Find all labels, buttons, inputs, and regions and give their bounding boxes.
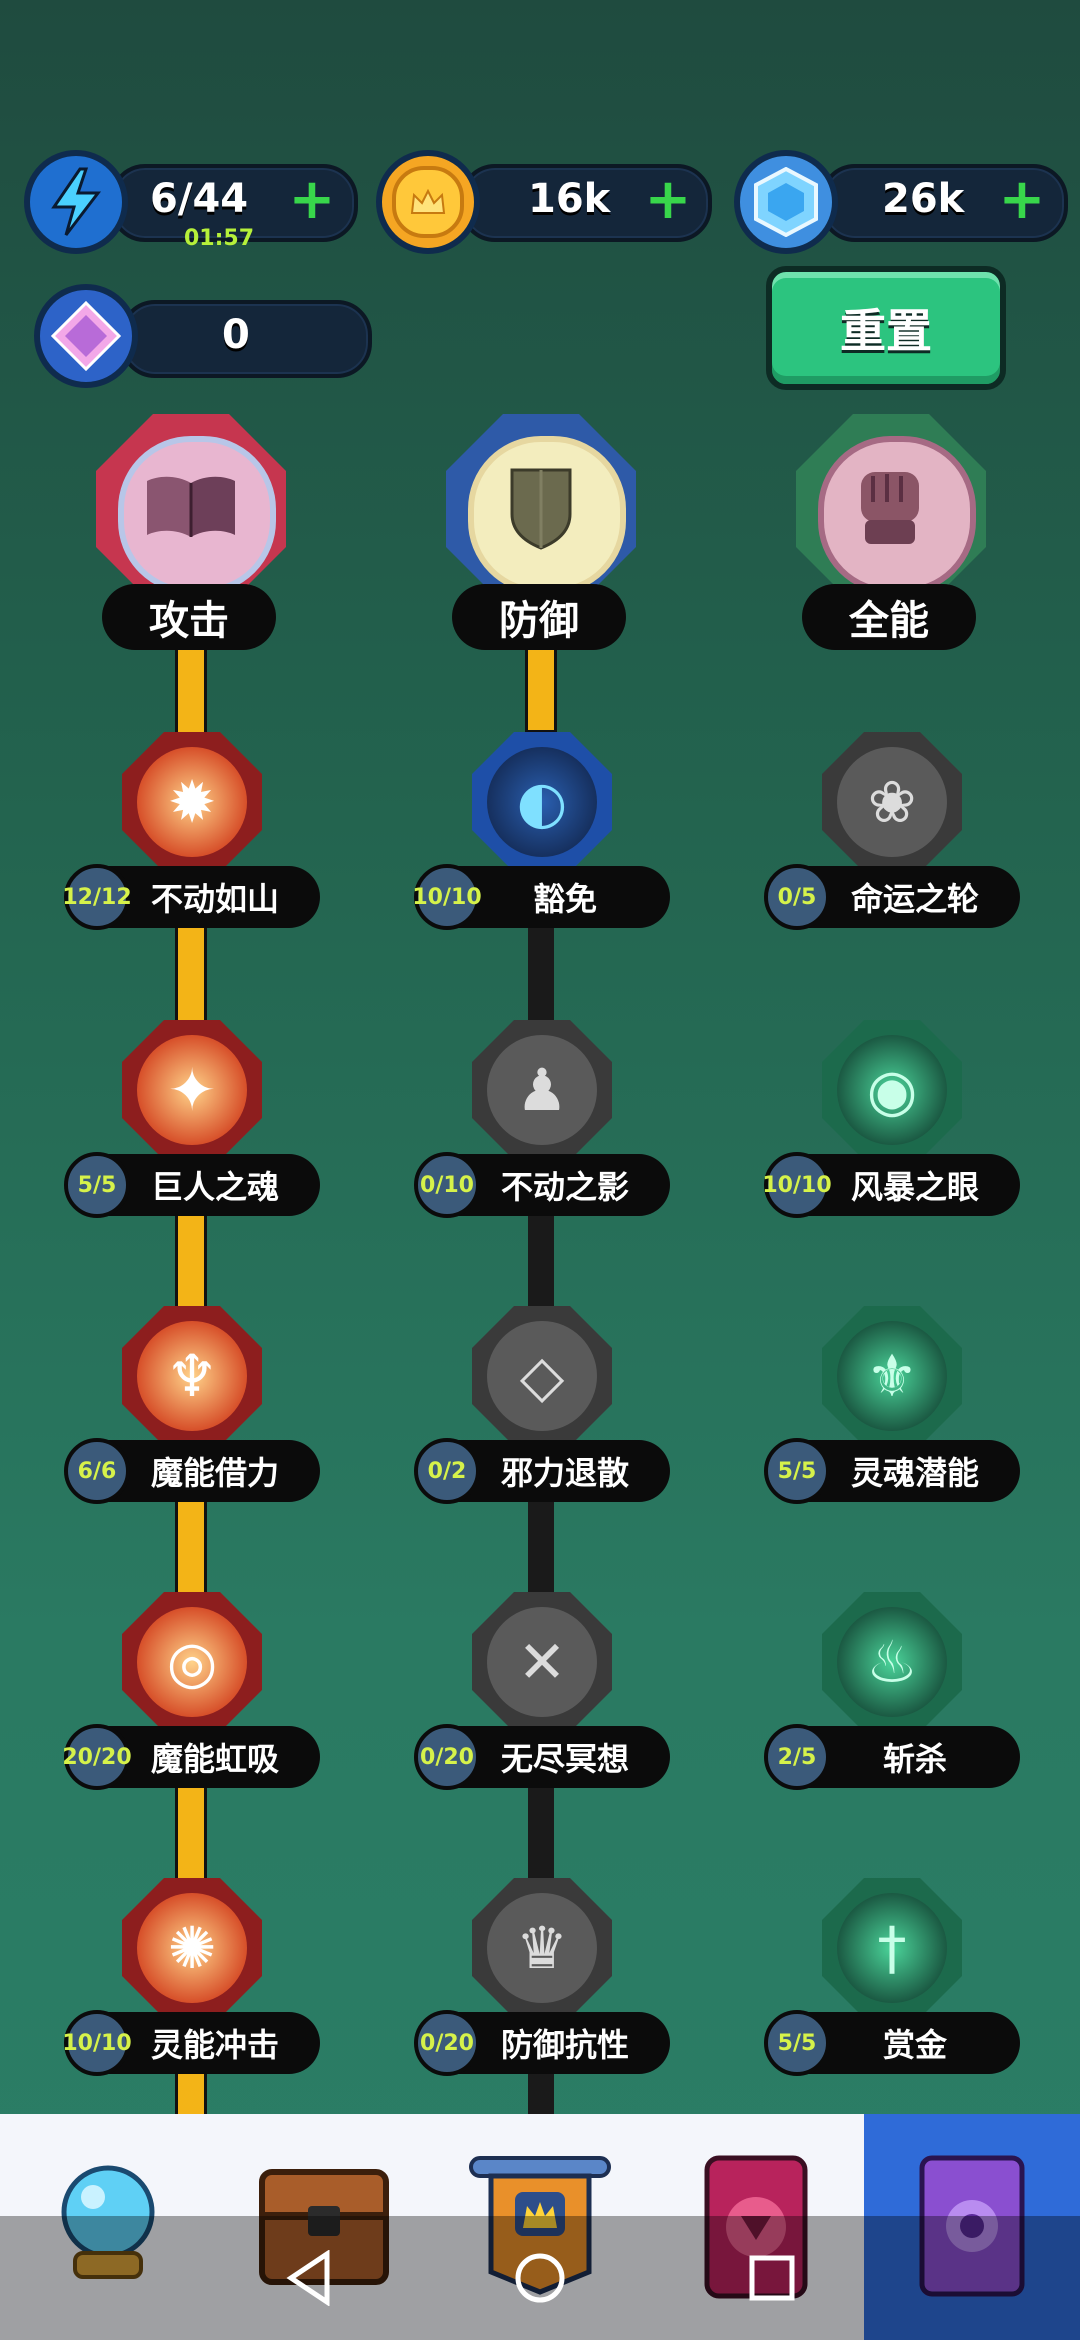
burst-icon: ✺ [137, 1893, 247, 2003]
shield-icon [510, 468, 572, 550]
skill-level: 12/12 [62, 864, 132, 930]
skill-level: 5/5 [764, 1438, 830, 1504]
skill-badge: ♟ [472, 1020, 612, 1160]
skill-badge: ❀ [822, 732, 962, 872]
skill-level: 6/6 [64, 1438, 130, 1504]
orbit-icon: ◐ [487, 747, 597, 857]
attack-badge [96, 414, 286, 604]
fleur-icon: ⚜ [837, 1321, 947, 1431]
skill-badge: ✹ [122, 732, 262, 872]
recents-icon[interactable] [712, 2216, 832, 2340]
add-energy-button[interactable]: + [284, 172, 340, 230]
skill-badge: ✺ [122, 1878, 262, 2018]
add-gems-button[interactable]: + [994, 172, 1050, 230]
skill-level: 2/5 [764, 1724, 830, 1790]
skill-badge: ✕ [472, 1592, 612, 1732]
skill-level: 0/20 [414, 2010, 480, 2076]
titan-icon: ✦ [137, 1035, 247, 1145]
energy-timer: 01:57 [184, 226, 255, 251]
diamond-icon [34, 284, 138, 388]
crown-coin-icon [376, 150, 480, 254]
skill-level: 0/20 [414, 1724, 480, 1790]
gems-value: 26k [882, 176, 965, 222]
defense-tree-line-active [528, 640, 554, 730]
skill-level: 10/10 [762, 1152, 832, 1218]
lotus-icon: ❀ [837, 747, 947, 857]
reset-button[interactable]: 重置 [766, 266, 1006, 390]
skill-badge: ◇ [472, 1306, 612, 1446]
book-icon [147, 476, 235, 537]
fist-icon [861, 472, 919, 544]
cloak-icon: ♛ [487, 1893, 597, 2003]
coins-value: 16k [528, 176, 611, 222]
system-navigation-bar [0, 2216, 1080, 2340]
sword-icon: † [837, 1893, 947, 2003]
skill-badge: ✦ [122, 1020, 262, 1160]
claw-icon: ♨ [837, 1607, 947, 1717]
universal-badge [796, 414, 986, 604]
skill-level: 0/5 [764, 864, 830, 930]
category-label-defense: 防御 [452, 584, 626, 650]
eye-slash-icon: ✕ [487, 1607, 597, 1717]
skill-badge: † [822, 1878, 962, 2018]
flame-crest-icon: ✹ [137, 747, 247, 857]
skill-level: 20/20 [62, 1724, 132, 1790]
skill-badge: ◐ [472, 732, 612, 872]
wings-icon: ♆ [137, 1321, 247, 1431]
shadow-icon: ♟ [487, 1035, 597, 1145]
skill-level: 10/10 [62, 2010, 132, 2076]
energy-value: 6/44 [150, 176, 249, 222]
skill-level: 0/10 [414, 1152, 480, 1218]
hex-gem-icon [734, 150, 838, 254]
skill-badge: ♆ [122, 1306, 262, 1446]
crystals-value: 0 [222, 312, 250, 358]
vortex-icon: ◎ [137, 1607, 247, 1717]
category-label-attack: 攻击 [102, 584, 276, 650]
skill-level: 5/5 [764, 2010, 830, 2076]
home-icon[interactable] [480, 2216, 600, 2340]
skill-badge: ◉ [822, 1020, 962, 1160]
storm-eye-icon: ◉ [837, 1035, 947, 1145]
category-label-universal: 全能 [802, 584, 976, 650]
skill-badge: ⚜ [822, 1306, 962, 1446]
skill-badge: ♨ [822, 1592, 962, 1732]
skill-badge: ◎ [122, 1592, 262, 1732]
skill-level: 10/10 [412, 864, 482, 930]
lightning-icon [24, 150, 128, 254]
diamond-ward-icon: ◇ [487, 1321, 597, 1431]
skill-badge: ♛ [472, 1878, 612, 2018]
skill-level: 5/5 [64, 1152, 130, 1218]
back-icon[interactable] [248, 2216, 368, 2340]
skill-level: 0/2 [414, 1438, 480, 1504]
add-coins-button[interactable]: + [640, 172, 696, 230]
defense-badge [446, 414, 636, 604]
